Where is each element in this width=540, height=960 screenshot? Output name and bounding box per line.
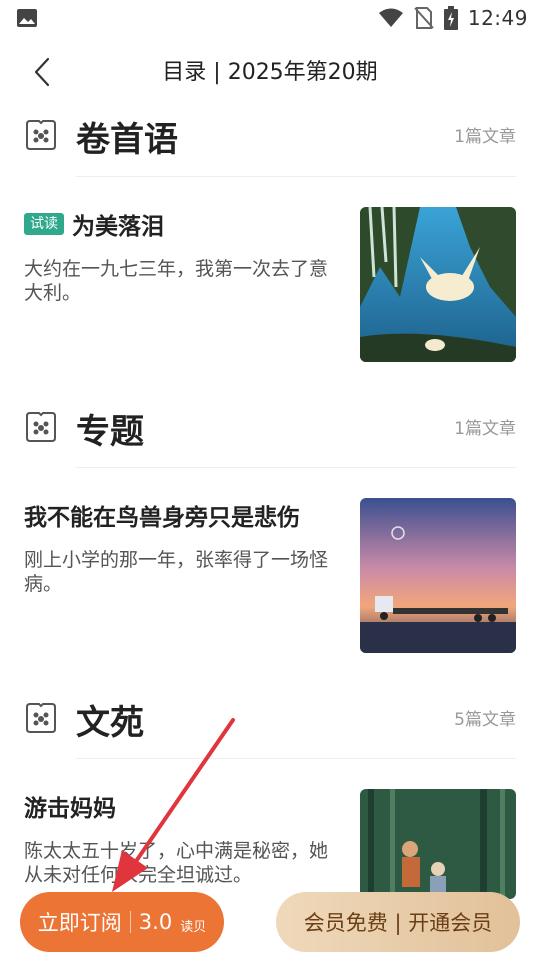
article-title: 我不能在鸟兽身旁只是悲伤 — [24, 505, 300, 531]
image-icon — [17, 9, 37, 27]
book-logo-icon — [26, 412, 56, 442]
section-header-zhuanti: 专题 1篇文章 — [0, 400, 540, 460]
section-count: 1篇文章 — [454, 419, 516, 439]
article-title: 游击妈妈 — [24, 796, 116, 822]
page-title: 目录 | 2025年第20期 — [162, 60, 378, 85]
article-title: 为美落泪 — [72, 214, 164, 240]
subscribe-price: 3.0 — [138, 910, 173, 934]
section-count: 5篇文章 — [454, 710, 516, 730]
subscribe-button[interactable]: 立即订阅 3.0 读贝 — [20, 892, 224, 952]
article-thumbnail-image — [360, 207, 516, 362]
section-header-juanshouyu: 卷首语 1篇文章 — [0, 108, 540, 168]
divider — [76, 758, 516, 759]
divider — [129, 911, 131, 933]
section-title: 卷首语 — [76, 120, 178, 160]
wifi-icon — [378, 8, 403, 27]
book-logo-icon — [26, 120, 56, 150]
article-summary: 刚上小学的那一年，张率得了一场怪病。 — [24, 549, 329, 595]
section-header-wenyuan: 文苑 5篇文章 — [0, 691, 540, 751]
section-count: 1篇文章 — [454, 127, 516, 147]
section-title: 专题 — [76, 412, 144, 452]
article-summary: 大约在一九七三年，我第一次去了意大利。 — [24, 258, 329, 304]
subscribe-unit: 读贝 — [180, 919, 207, 935]
article-summary: 陈太太五十岁了，心中满是秘密，她从未对任何人完全坦诚过。 — [24, 840, 329, 886]
member-label: 会员免费 | 开通会员 — [303, 911, 493, 935]
divider — [76, 176, 516, 177]
status-bar: 12:49 — [0, 0, 540, 38]
divider — [76, 467, 516, 468]
article-thumbnail-image — [360, 498, 516, 653]
article-item[interactable]: 试读 为美落泪 大约在一九七三年，我第一次去了意大利。 — [0, 207, 540, 367]
member-button[interactable]: 会员免费 | 开通会员 — [276, 892, 520, 952]
trial-badge: 试读 — [24, 213, 64, 235]
article-thumbnail-image — [360, 789, 516, 899]
header: 目录 | 2025年第20期 — [0, 40, 540, 100]
battery-charging-icon — [443, 6, 458, 30]
book-logo-icon — [26, 703, 56, 733]
status-time: 12:49 — [467, 6, 528, 30]
article-item[interactable]: 我不能在鸟兽身旁只是悲伤 刚上小学的那一年，张率得了一场怪病。 — [0, 498, 540, 658]
no-sim-icon — [414, 7, 434, 29]
subscribe-label: 立即订阅 — [37, 911, 122, 935]
section-title: 文苑 — [76, 703, 144, 743]
